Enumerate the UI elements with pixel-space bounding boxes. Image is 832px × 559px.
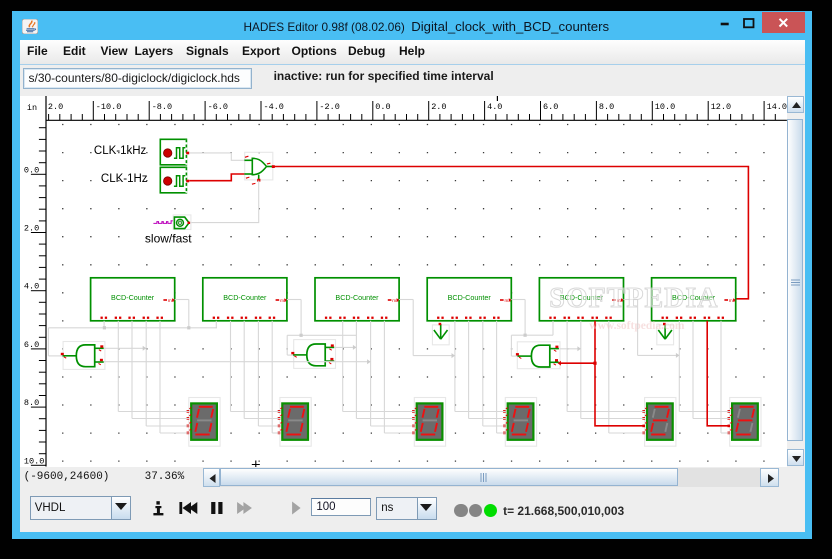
svg-text:10.0: 10.0 [654, 102, 674, 112]
svg-text:SOFTPEDIA: SOFTPEDIA [549, 283, 718, 314]
svg-text:-4.0: -4.0 [263, 102, 283, 112]
svg-text:4.0: 4.0 [23, 282, 38, 292]
svg-text:CLK-1Hz: CLK-1Hz [100, 173, 147, 185]
svg-text:BCD-Counter: BCD-Counter [223, 293, 267, 302]
svg-text:BCD-Counter: BCD-Counter [111, 293, 155, 302]
svg-text:CLK-1kHz: CLK-1kHz [93, 145, 146, 157]
svg-text:-10.0: -10.0 [95, 102, 121, 112]
svg-text:in: in [26, 103, 36, 113]
svg-text:-8.0: -8.0 [151, 102, 171, 112]
svg-text:12.0: 12.0 [710, 102, 730, 112]
svg-text:8.0: 8.0 [23, 398, 38, 408]
svg-text:2.0: 2.0 [23, 224, 38, 234]
svg-text:4.0: 4.0 [487, 102, 502, 112]
svg-text:14.0: 14.0 [766, 102, 786, 112]
svg-text:2.0: 2.0 [431, 102, 446, 112]
svg-text:BCD-Counter: BCD-Counter [335, 293, 379, 302]
svg-text:10.0: 10.0 [23, 456, 43, 466]
svg-text:0.0: 0.0 [375, 102, 390, 112]
svg-text:-6.0: -6.0 [207, 102, 227, 112]
svg-text:BCD-Counter: BCD-Counter [447, 293, 491, 302]
svg-text:6.0: 6.0 [543, 102, 558, 112]
svg-text:www.softpedia.com: www.softpedia.com [589, 320, 685, 332]
svg-text:8.0: 8.0 [598, 102, 613, 112]
svg-text:slow/fast: slow/fast [144, 232, 191, 246]
svg-text:0.0: 0.0 [23, 165, 38, 175]
svg-text:2.0: 2.0 [47, 102, 62, 112]
svg-text:6.0: 6.0 [23, 340, 38, 350]
svg-text:-2.0: -2.0 [319, 102, 339, 112]
